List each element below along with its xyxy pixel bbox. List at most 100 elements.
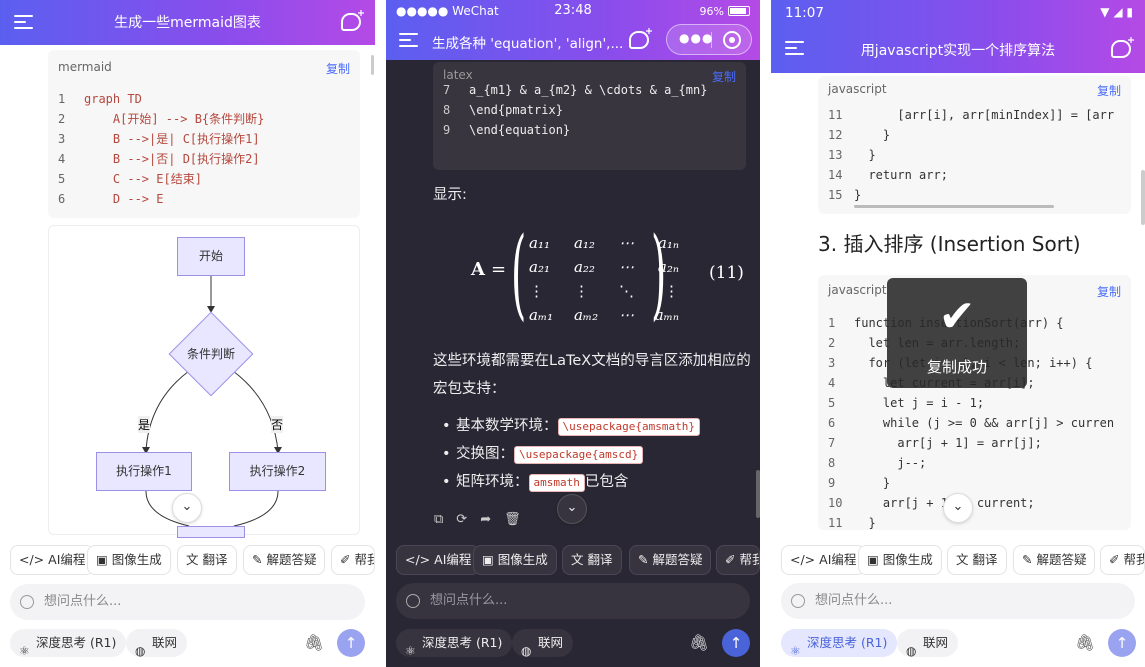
section-heading: 3. 插入排序 (Insertion Sort) <box>818 232 1081 256</box>
line-number: 11 <box>828 516 843 530</box>
line-number: 9 <box>828 476 836 490</box>
new-chat-icon[interactable] <box>629 31 649 49</box>
web-search-toggle[interactable]: ◍ 联网 <box>512 629 574 658</box>
line-number: 2 <box>828 336 836 350</box>
code-line: 8 \end{pmatrix} <box>443 100 563 120</box>
chip-solve[interactable]: ✎ 解题答疑 <box>243 545 326 575</box>
quick-chips: </> AI编程 ▣ 图像生成 文 翻译 ✎ 解题答疑 ✐ 帮我 <box>0 545 375 575</box>
chip-ai-coding[interactable]: </> AI编程 <box>10 545 95 575</box>
code-text: while (j >= 0 && arr[j] > curren <box>854 416 1115 430</box>
deep-think-toggle[interactable]: ⚛ 深度思考 (R1) <box>396 629 513 658</box>
web-search-toggle[interactable]: ◍ 联网 <box>897 629 959 658</box>
code-line: 8 j--; <box>828 453 926 473</box>
chip-translate[interactable]: 文 翻译 <box>947 545 1007 575</box>
input-icon <box>406 594 420 608</box>
code-text: } <box>854 128 891 142</box>
send-button[interactable]: ↑ <box>1108 629 1136 657</box>
chip-ai-coding[interactable]: </> AI编程 <box>781 545 866 575</box>
new-chat-icon[interactable] <box>1111 40 1131 58</box>
chip-solve[interactable]: ✎ 解题答疑 <box>629 545 712 575</box>
line-number: 10 <box>828 496 843 510</box>
bullet-label: 交换图： <box>456 446 514 462</box>
code-line: 3 B -->|是| C[执行操作1] <box>58 129 260 149</box>
code-language: mermaid <box>58 60 112 74</box>
attach-icon[interactable]: 🖇 <box>1075 633 1095 652</box>
chip-image-gen[interactable]: ▣ 图像生成 <box>473 545 557 575</box>
input-icon <box>791 594 805 608</box>
share-icon[interactable]: ➦ <box>480 512 504 527</box>
node-condition: 条件判断 <box>186 347 235 361</box>
chip-ai-coding[interactable]: </> AI编程 <box>396 545 481 575</box>
scroll-down-button[interactable]: ⌄ <box>557 494 587 524</box>
question-input[interactable]: 想问点什么... <box>396 583 750 619</box>
code-line: 4 B -->|否| D[执行操作2] <box>58 149 260 169</box>
web-search-toggle[interactable]: ◍ 联网 <box>126 629 188 658</box>
question-input[interactable]: 想问点什么... <box>10 584 365 620</box>
quick-chips: </> AI编程 ▣ 图像生成 文 翻译 ✎ 解题答疑 ✐ 帮我 <box>386 545 760 575</box>
miniprogram-capsule: ●●● <box>666 24 752 55</box>
scrollbar[interactable] <box>371 55 374 75</box>
copy-button[interactable]: 复制 <box>1097 283 1121 300</box>
code-line: 7 arr[j + 1] = arr[j]; <box>828 433 1042 453</box>
code-line: 12 } <box>828 125 890 145</box>
chip-translate[interactable]: 文 翻译 <box>562 545 622 575</box>
panel-mermaid: 生成一些mermaid图表 mermaid 复制 1 graph TD 2 A[开始… <box>0 0 375 667</box>
code-language: javascript <box>828 283 887 297</box>
chip-help[interactable]: ✐ 帮我 <box>1100 545 1145 575</box>
code-line: 11 [arr[i], arr[minIndex]] = [arr <box>828 105 1114 125</box>
chip-image-gen[interactable]: ▣ 图像生成 <box>87 545 171 575</box>
new-chat-icon[interactable] <box>341 13 361 31</box>
code-text: D --> E <box>84 192 164 206</box>
horizontal-scrollbar[interactable] <box>854 205 1054 208</box>
copy-button[interactable]: 复制 <box>326 60 350 77</box>
copy-button[interactable]: 复制 <box>712 68 736 85</box>
line-number: 2 <box>58 112 66 126</box>
code-line: 13 } <box>828 145 876 165</box>
attach-icon[interactable]: 🖇 <box>304 633 324 652</box>
line-number: 3 <box>828 356 836 370</box>
scrollbar[interactable] <box>756 470 760 518</box>
copy-button[interactable]: 复制 <box>1097 82 1121 99</box>
more-icon[interactable]: ●●● <box>679 31 713 45</box>
status-icons: ▼ ◢ ▮ <box>1100 5 1133 19</box>
chip-help[interactable]: ✐ 帮我 <box>716 545 760 575</box>
scroll-down-button[interactable]: ⌄ <box>172 493 202 523</box>
code-line: 9 } <box>828 473 890 493</box>
send-button[interactable]: ↑ <box>337 629 365 657</box>
status-battery: 96% <box>699 5 724 18</box>
node-op1: 执行操作1 <box>96 452 192 491</box>
code-block-1: javascript 复制 11 [arr[i], arr[minIndex]]… <box>818 76 1131 214</box>
code-line: 6 D --> E <box>58 189 163 209</box>
chip-solve[interactable]: ✎ 解题答疑 <box>1013 545 1096 575</box>
chip-help[interactable]: ✐ 帮我 <box>331 545 375 575</box>
regenerate-icon[interactable]: ⟳ <box>456 512 480 527</box>
status-time: 11:07 <box>785 5 824 21</box>
chip-image-gen[interactable]: ▣ 图像生成 <box>858 545 942 575</box>
code-text: B -->|否| D[执行操作2] <box>84 152 260 166</box>
copy-icon[interactable]: ⧉ <box>434 512 456 527</box>
panel-latex: ●●●●● WeChat 23:48 96% 生成各种 'equation', … <box>386 0 760 667</box>
scrollbar[interactable] <box>1141 170 1145 225</box>
header: 生成一些mermaid图表 <box>0 0 375 45</box>
deep-think-icon: ⚛ <box>19 644 30 658</box>
line-number: 11 <box>828 108 843 122</box>
scroll-down-button[interactable]: ⌄ <box>943 493 973 523</box>
menu-icon[interactable] <box>399 33 418 48</box>
code-text: a_{m1} & a_{m2} & \cdots & a_{mn} <box>469 83 708 97</box>
code-text: [arr[i], arr[minIndex]] = [arr <box>854 108 1115 122</box>
code-text: C --> E[结束] <box>84 172 202 186</box>
code-line: 15} <box>828 185 861 205</box>
deep-think-icon: ⚛ <box>405 644 416 658</box>
code-text: } <box>854 476 891 490</box>
question-input[interactable]: 想问点什么... <box>781 583 1135 619</box>
send-button[interactable]: ↑ <box>722 629 750 657</box>
deep-think-toggle[interactable]: ⚛ 深度思考 (R1) <box>781 629 898 658</box>
deep-think-toggle[interactable]: ⚛ 深度思考 (R1) <box>10 629 127 658</box>
line-number: 1 <box>58 92 66 106</box>
globe-icon: ◍ <box>135 644 146 658</box>
close-miniprogram-icon[interactable] <box>723 31 741 49</box>
chip-translate[interactable]: 文 翻译 <box>177 545 237 575</box>
delete-icon[interactable]: 🗑 <box>504 512 534 527</box>
bullet-item: • 交换图： \usepackage{amscd} <box>442 440 644 468</box>
attach-icon[interactable]: 🖇 <box>689 633 709 652</box>
